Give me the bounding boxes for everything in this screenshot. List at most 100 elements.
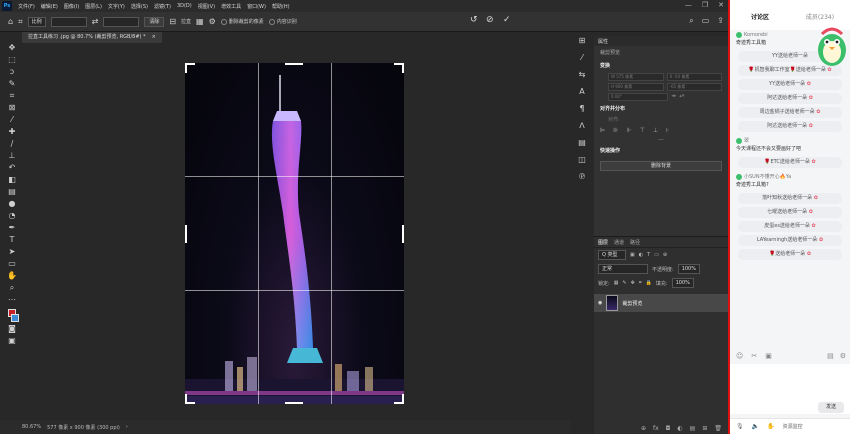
search-icon[interactable]: ⌕ xyxy=(689,16,693,26)
settings-icon[interactable]: ⚙ xyxy=(840,352,846,360)
trash-icon[interactable]: 🗑 xyxy=(714,425,722,432)
shape-tool-icon[interactable]: ▭ xyxy=(6,258,18,269)
message-username[interactable]: 翠 xyxy=(744,137,749,144)
menu-view[interactable]: 视图(V) xyxy=(195,3,218,10)
straighten-label[interactable]: 拉直 xyxy=(181,18,191,25)
flip-icon[interactable]: ◂▸ xyxy=(671,93,676,101)
mask-icon[interactable]: ◘ xyxy=(666,425,671,432)
crop-handle-top-left[interactable] xyxy=(185,63,195,73)
message-username[interactable]: Komorebi xyxy=(744,32,768,38)
scissors-icon[interactable]: ✂ xyxy=(751,352,757,360)
swap-icon[interactable]: ⇄ xyxy=(92,17,99,26)
layer-filter-select[interactable]: Q 类型 xyxy=(598,250,626,260)
gear-icon[interactable]: ⚙ xyxy=(209,17,216,26)
tab-paths[interactable]: 路径 xyxy=(630,239,640,246)
message-username[interactable]: 小SUN不懂开心🔥Ya xyxy=(744,173,791,180)
crop-handle-bottom-right[interactable] xyxy=(394,394,404,404)
filter-smart-icon[interactable]: ⊕ xyxy=(663,252,667,258)
filter-pixel-icon[interactable]: ▣ xyxy=(630,252,635,258)
crop-handle-left[interactable] xyxy=(185,225,187,243)
new-layer-icon[interactable]: ⊞ xyxy=(702,425,707,432)
menu-file[interactable]: 文件(F) xyxy=(15,3,38,10)
ratio-select[interactable]: 比例 xyxy=(27,16,46,27)
align-center-icon[interactable]: ⊪ xyxy=(613,127,618,134)
lasso-tool-icon[interactable]: ↄ xyxy=(6,66,18,77)
crop-handle-top[interactable] xyxy=(285,63,303,65)
minimize-icon[interactable]: — xyxy=(685,1,692,9)
lock-brush-icon[interactable]: ✎ xyxy=(622,280,626,286)
crop-handle-bottom-left[interactable] xyxy=(185,394,195,404)
properties-tab[interactable]: 属性 xyxy=(594,36,728,46)
paragraph-panel-icon[interactable]: ¶ xyxy=(579,104,584,113)
reset-icon[interactable]: ↺ xyxy=(470,15,478,25)
eraser-tool-icon[interactable]: ◧ xyxy=(6,174,18,185)
workspace-icon[interactable]: ▭ xyxy=(702,16,710,26)
link-layers-icon[interactable]: ⊕ xyxy=(641,425,646,432)
angle-field[interactable]: 0.00° xyxy=(608,93,669,101)
menu-3d[interactable]: 3D(D) xyxy=(174,3,195,9)
menu-edit[interactable]: 编辑(E) xyxy=(38,3,61,10)
quick-select-tool-icon[interactable]: ✎ xyxy=(6,78,18,89)
x-field[interactable]: X -54 像素 xyxy=(666,73,722,81)
lock-artboard-icon[interactable]: ⌗ xyxy=(639,280,642,286)
brush-panel-icon[interactable]: ⁄ xyxy=(581,53,582,62)
document-tab[interactable]: 拉直工具练习 .jpg @ 80.7% (裁剪预览, RGB/8#) * × xyxy=(22,32,162,43)
align-distribute-section[interactable]: 对齐并分布 xyxy=(594,102,728,115)
share-icon[interactable]: ⇪ xyxy=(717,16,724,26)
eye-icon[interactable]: ◉ xyxy=(598,300,602,306)
image-icon[interactable]: ▣ xyxy=(765,352,772,360)
menu-layer[interactable]: 图层(L) xyxy=(82,3,105,10)
more-options[interactable]: ··· xyxy=(594,137,728,144)
filter-shape-icon[interactable]: ▭ xyxy=(654,252,659,258)
ratio-height-input[interactable] xyxy=(103,16,140,27)
layer-name[interactable]: 裁剪预览 xyxy=(622,300,642,307)
commit-icon[interactable]: ✓ xyxy=(503,15,511,25)
status-arrow-icon[interactable]: › xyxy=(126,424,128,430)
remove-background-button[interactable]: 删除背景 xyxy=(600,161,722,171)
content-aware-checkbox[interactable]: 内容识别 xyxy=(268,18,297,25)
lock-move-icon[interactable]: ✥ xyxy=(631,280,635,286)
menu-help[interactable]: 帮助(H) xyxy=(269,3,293,10)
background-color-swatch[interactable] xyxy=(11,314,19,322)
tab-channels[interactable]: 通道 xyxy=(614,239,624,246)
align-right-icon[interactable]: ⊩ xyxy=(626,127,631,134)
move-tool-icon[interactable]: ✥ xyxy=(6,42,18,53)
emoji-icon[interactable]: ☺ xyxy=(736,352,743,360)
straighten-icon[interactable]: ⊟ xyxy=(169,17,176,26)
glyphs-panel-icon[interactable]: ᐱ xyxy=(579,121,584,130)
more-tools-icon[interactable]: ⋯ xyxy=(6,294,18,305)
quick-mask-icon[interactable]: ◙ xyxy=(6,323,18,334)
align-left-icon[interactable]: ⊫ xyxy=(600,127,605,134)
width-field[interactable]: W 575 像素 xyxy=(608,73,664,81)
history-panel-icon[interactable]: ⊞ xyxy=(579,36,586,45)
menu-plugins[interactable]: 增效工具 xyxy=(218,3,244,10)
quick-actions-section[interactable]: 快速操作 xyxy=(594,144,728,157)
blur-tool-icon[interactable]: ● xyxy=(6,198,18,209)
layer-row[interactable]: ◉ 裁剪预览 xyxy=(594,294,728,312)
filter-type-icon[interactable]: T xyxy=(647,252,650,258)
lock-pixels-icon[interactable]: ▦ xyxy=(614,280,619,286)
crop-handle-top-right[interactable] xyxy=(394,63,404,73)
message-icon[interactable]: ▤ xyxy=(827,352,834,360)
speaker-icon[interactable]: 🔈 xyxy=(752,423,759,430)
fill-input[interactable]: 100% xyxy=(671,278,694,288)
align-middle-icon[interactable]: ⊥ xyxy=(653,127,658,134)
group-icon[interactable]: ▤ xyxy=(690,425,696,432)
actions-panel-icon[interactable]: ℗ xyxy=(578,172,586,181)
resource-monitor-label[interactable]: 资源监控 xyxy=(783,423,803,430)
zoom-level[interactable]: 80.67% xyxy=(22,424,41,430)
crop-tool-icon[interactable]: ⌗ xyxy=(6,90,18,101)
crop-handle-right[interactable] xyxy=(402,225,404,243)
path-select-icon[interactable]: ➤ xyxy=(6,246,18,257)
healing-tool-icon[interactable]: ✚ xyxy=(6,126,18,137)
menu-filter[interactable]: 滤镜(T) xyxy=(151,3,174,10)
character-panel-icon[interactable]: A xyxy=(579,87,584,96)
filter-adjust-icon[interactable]: ◐ xyxy=(639,252,643,258)
gradient-tool-icon[interactable]: ▤ xyxy=(6,186,18,197)
align-top-icon[interactable]: ⊤ xyxy=(640,127,645,134)
crop-tool-icon[interactable]: ⌗ xyxy=(18,17,23,27)
frame-tool-icon[interactable]: ⊠ xyxy=(6,102,18,113)
tab-close-icon[interactable]: × xyxy=(152,32,156,43)
brush-tool-icon[interactable]: ∕ xyxy=(6,138,18,149)
type-tool-icon[interactable]: T xyxy=(6,234,18,245)
